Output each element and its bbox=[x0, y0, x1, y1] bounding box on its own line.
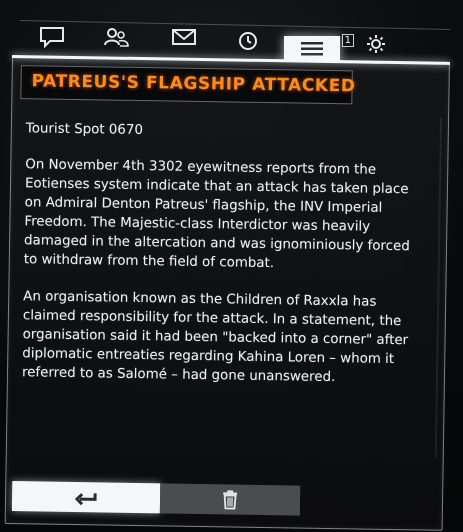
envelope-icon bbox=[172, 29, 196, 45]
tab-contacts[interactable] bbox=[94, 22, 138, 52]
article-location: Tourist Spot 0670 bbox=[25, 121, 144, 139]
delete-button[interactable] bbox=[159, 483, 301, 516]
article-panel: PATREUS'S FLAGSHIP ATTACKED Tourist Spot… bbox=[4, 55, 450, 531]
tab-history[interactable] bbox=[226, 26, 270, 56]
title-bar: PATREUS'S FLAGSHIP ATTACKED bbox=[20, 65, 356, 105]
tab-inbox[interactable] bbox=[162, 22, 206, 52]
tab-galnet[interactable]: 1 bbox=[284, 34, 354, 62]
tab-bar: 1 bbox=[19, 14, 450, 62]
article-body: Tourist Spot 0670 On November 4th 3302 e… bbox=[22, 119, 422, 406]
article-paragraph-1: On November 4th 3302 eyewitness reports … bbox=[23, 157, 410, 272]
people-icon bbox=[104, 28, 129, 47]
back-button[interactable] bbox=[11, 481, 161, 514]
scrollbar[interactable] bbox=[434, 117, 443, 458]
tab-options[interactable] bbox=[354, 28, 398, 58]
article-title: PATREUS'S FLAGSHIP ATTACKED bbox=[31, 71, 356, 97]
unread-count-badge: 1 bbox=[341, 34, 354, 47]
chat-bubble-icon bbox=[40, 27, 64, 48]
trash-icon bbox=[223, 490, 238, 510]
action-bar bbox=[11, 481, 302, 516]
clock-icon bbox=[239, 32, 257, 50]
list-icon bbox=[301, 42, 323, 56]
back-arrow-icon bbox=[74, 493, 97, 506]
article-paragraph-2: An organisation known as the Children of… bbox=[21, 289, 409, 386]
gear-icon bbox=[367, 35, 385, 53]
tab-comms[interactable] bbox=[30, 22, 74, 52]
